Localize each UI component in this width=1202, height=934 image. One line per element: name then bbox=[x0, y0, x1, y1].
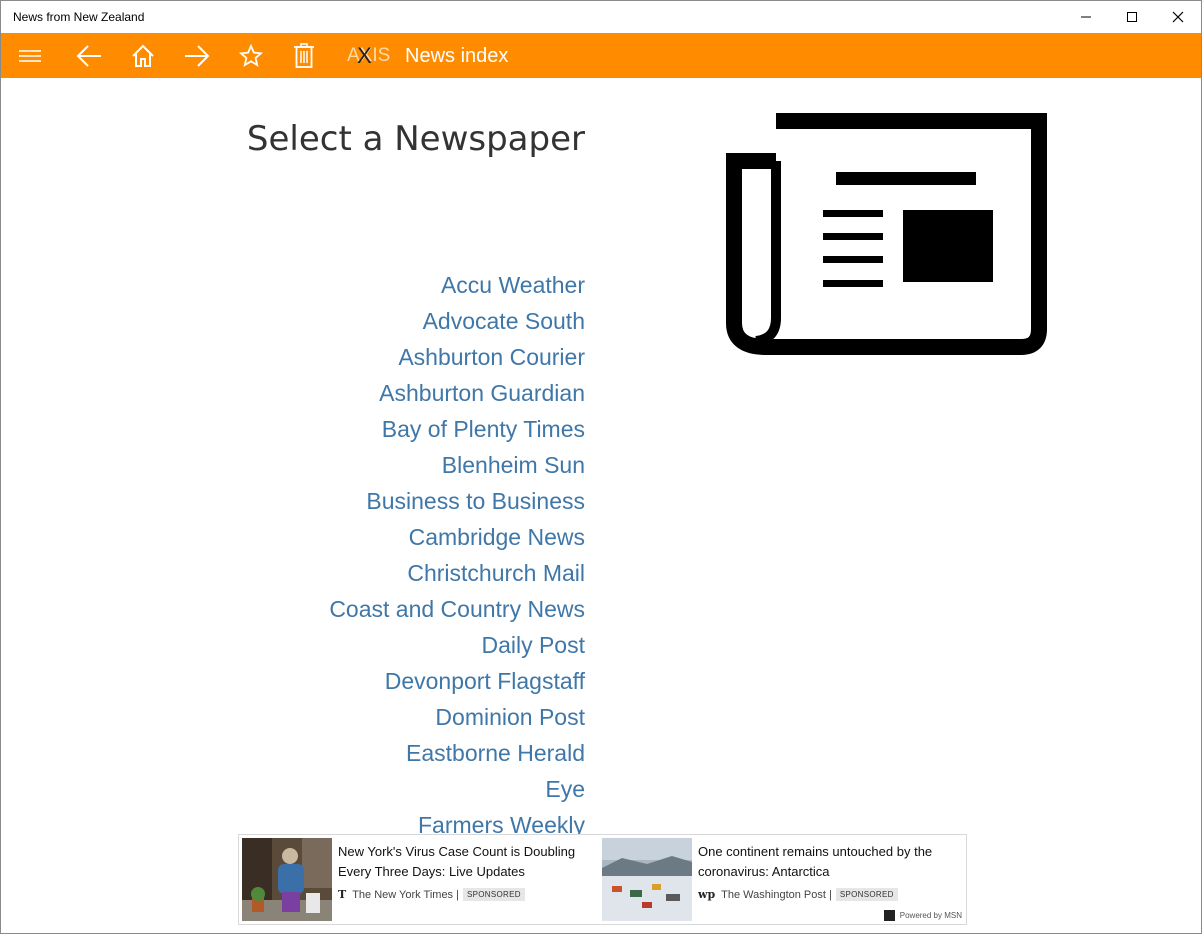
forward-button[interactable] bbox=[177, 33, 217, 78]
page-title: News index bbox=[405, 45, 509, 67]
powered-by-label: Powered by MSN bbox=[899, 911, 962, 920]
app-toolbar: AXIS X News index bbox=[1, 33, 1201, 78]
ad-source-name: The Washington Post | bbox=[721, 888, 832, 901]
newspaper-link[interactable]: Daily Post bbox=[185, 629, 585, 665]
ad-card[interactable]: New York's Virus Case Count is Doubling … bbox=[242, 838, 602, 921]
newspaper-icon bbox=[726, 113, 1047, 493]
trash-icon bbox=[294, 42, 314, 68]
newspaper-link[interactable]: Business to Business bbox=[185, 485, 585, 521]
minimize-button[interactable] bbox=[1063, 1, 1109, 33]
newspaper-link[interactable]: Ashburton Guardian bbox=[185, 377, 585, 413]
newspaper-link[interactable]: Devonport Flagstaff bbox=[185, 665, 585, 701]
app-window: News from New Zealand AXIS X News index … bbox=[0, 0, 1202, 934]
home-icon bbox=[132, 44, 154, 67]
newspaper-link[interactable]: Eastborne Herald bbox=[185, 737, 585, 773]
window-title: News from New Zealand bbox=[13, 10, 145, 24]
newspaper-link[interactable]: Bay of Plenty Times bbox=[185, 413, 585, 449]
home-button[interactable] bbox=[123, 33, 163, 78]
powered-by-msn: Powered by MSN bbox=[883, 910, 962, 921]
newspaper-list: Accu Weather Advocate South Ashburton Cour… bbox=[185, 269, 585, 917]
sponsored-ads-strip: New York's Virus Case Count is Doubling … bbox=[238, 834, 967, 925]
newspaper-link[interactable]: Advocate South bbox=[185, 305, 585, 341]
newspaper-link[interactable]: Accu Weather bbox=[185, 269, 585, 305]
favorite-button[interactable] bbox=[231, 33, 271, 78]
back-button[interactable] bbox=[69, 33, 109, 78]
newspaper-link[interactable]: Christchurch Mail bbox=[185, 557, 585, 593]
ad-source-name: The New York Times | bbox=[352, 888, 459, 901]
star-icon bbox=[239, 43, 263, 67]
title-bar: News from New Zealand bbox=[1, 1, 1201, 33]
nyt-logo-icon: T bbox=[338, 888, 347, 901]
maximize-button[interactable] bbox=[1109, 1, 1155, 33]
maximize-icon bbox=[1127, 12, 1137, 22]
wapo-logo-icon: wp bbox=[698, 888, 716, 901]
delete-button[interactable] bbox=[284, 33, 324, 78]
newspaper-link[interactable]: Eye bbox=[185, 773, 585, 809]
newspaper-link[interactable]: Ashburton Courier bbox=[185, 341, 585, 377]
minimize-icon bbox=[1081, 16, 1091, 18]
hamburger-menu-icon bbox=[19, 49, 41, 62]
ad-thumbnail bbox=[602, 838, 692, 921]
ad-thumbnail bbox=[242, 838, 332, 921]
menu-button[interactable] bbox=[11, 33, 49, 78]
forward-arrow-icon bbox=[185, 44, 210, 67]
close-button[interactable] bbox=[1155, 1, 1201, 33]
close-icon bbox=[1172, 11, 1184, 23]
ad-headline: New York's Virus Case Count is Doubling … bbox=[338, 844, 576, 879]
ad-headline: One continent remains untouched by the c… bbox=[698, 844, 933, 879]
axis-overlay-mark: X bbox=[357, 43, 372, 68]
newspaper-link[interactable]: Cambridge News bbox=[185, 521, 585, 557]
ad-source: T The New York Times | SPONSORED bbox=[338, 888, 525, 901]
ad-card[interactable]: One continent remains untouched by the c… bbox=[602, 838, 962, 921]
back-arrow-icon bbox=[76, 44, 101, 67]
sponsored-badge: SPONSORED bbox=[462, 888, 525, 901]
ad-source: wp The Washington Post | SPONSORED bbox=[698, 888, 898, 901]
msn-logo-icon bbox=[883, 910, 895, 921]
select-newspaper-heading: Select a Newspaper bbox=[246, 118, 585, 159]
newspaper-link[interactable]: Blenheim Sun bbox=[185, 449, 585, 485]
newspaper-link[interactable]: Dominion Post bbox=[185, 701, 585, 737]
sponsored-badge: SPONSORED bbox=[835, 888, 898, 901]
newspaper-link[interactable]: Coast and Country News bbox=[185, 593, 585, 629]
